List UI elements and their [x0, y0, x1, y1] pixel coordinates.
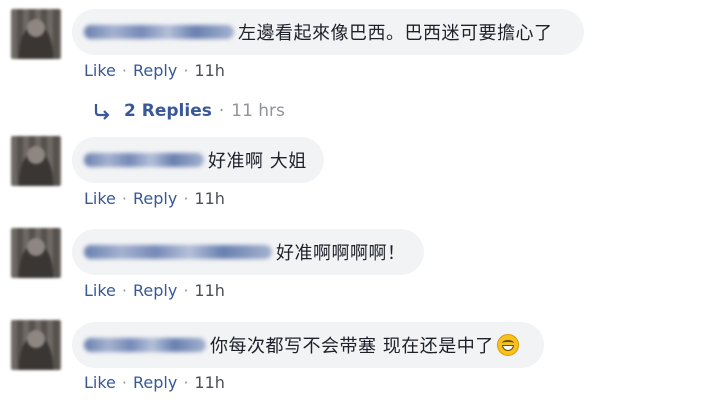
comment-actions-3: Like · Reply · 11h	[84, 281, 225, 300]
reply-button-2[interactable]: Reply	[133, 189, 177, 208]
commenter-name-4[interactable]	[84, 338, 206, 352]
separator-dot: ·	[183, 281, 189, 300]
reply-button-4[interactable]: Reply	[133, 373, 177, 392]
separator-dot: ·	[121, 281, 127, 300]
comment-text-3: 好准啊啊啊啊！	[276, 243, 406, 264]
separator-dot: ·	[218, 101, 225, 121]
like-button-1[interactable]: Like	[84, 61, 116, 80]
commenter-avatar-3[interactable]	[11, 228, 61, 278]
comment-time-4[interactable]: 11h	[194, 373, 225, 392]
separator-dot: ·	[183, 373, 189, 392]
commenter-name-3[interactable]	[84, 245, 272, 259]
like-button-4[interactable]: Like	[84, 373, 116, 392]
separator-dot: ·	[183, 189, 189, 208]
comment-time-1[interactable]: 11h	[194, 61, 225, 80]
view-replies-link[interactable]: 2 Replies	[124, 101, 212, 121]
comment-actions-2: Like · Reply · 11h	[84, 189, 225, 208]
comment-actions-4: Like · Reply · 11h	[84, 373, 225, 392]
like-button-3[interactable]: Like	[84, 281, 116, 300]
commenter-avatar-1[interactable]	[11, 9, 61, 59]
commenter-avatar-4[interactable]	[11, 320, 61, 370]
comment-bubble-3: 好准啊啊啊啊！	[72, 229, 424, 275]
reply-button-1[interactable]: Reply	[133, 61, 177, 80]
view-replies-row[interactable]: 2 Replies · 11 hrs	[92, 101, 285, 121]
comment-text-1: 左邊看起來像巴西。巴西迷可要擔心了	[238, 23, 553, 44]
comment-actions-1: Like · Reply · 11h	[84, 61, 225, 80]
reply-button-3[interactable]: Reply	[133, 281, 177, 300]
separator-dot: ·	[121, 189, 127, 208]
commenter-name-1[interactable]	[84, 25, 234, 39]
reply-arrow-icon	[94, 104, 110, 120]
comment-bubble-2: 好准啊 大姐	[72, 137, 324, 183]
commenter-avatar-2[interactable]	[11, 136, 61, 186]
commenter-name-2[interactable]	[84, 153, 204, 167]
comment-bubble-1: 左邊看起來像巴西。巴西迷可要擔心了	[72, 9, 584, 55]
comment-text-4: 你每次都写不会带塞 现在还是中了	[210, 336, 494, 357]
comment-time-3[interactable]: 11h	[194, 281, 225, 300]
separator-dot: ·	[183, 61, 189, 80]
replies-time: 11 hrs	[231, 101, 285, 121]
comment-bubble-4: 你每次都写不会带塞 现在还是中了	[72, 322, 544, 368]
grinning-sweat-emoji-icon	[496, 334, 519, 356]
separator-dot: ·	[121, 61, 127, 80]
separator-dot: ·	[121, 373, 127, 392]
comment-time-2[interactable]: 11h	[194, 189, 225, 208]
comment-text-2: 好准啊 大姐	[208, 151, 307, 172]
like-button-2[interactable]: Like	[84, 189, 116, 208]
